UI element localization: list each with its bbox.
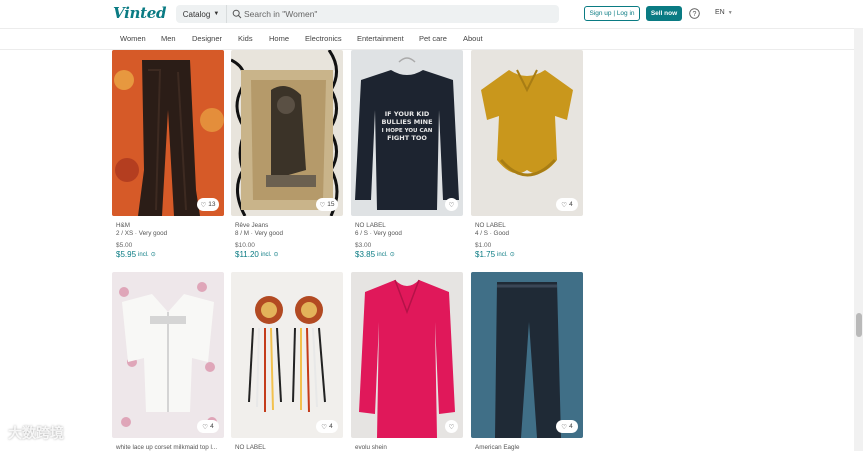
nav-designer[interactable]: Designer bbox=[192, 34, 222, 43]
svg-text:?: ? bbox=[693, 11, 697, 18]
item-photo[interactable]: ♡ 4 bbox=[471, 272, 583, 438]
favorite-count: 4 bbox=[329, 423, 333, 430]
incl-label: incl. bbox=[497, 251, 508, 258]
item-price: $10.00 bbox=[235, 242, 255, 249]
shirt-text: FIGHT TOO bbox=[387, 134, 427, 142]
favorite-button[interactable]: ♡ 15 bbox=[316, 198, 338, 211]
heart-icon: ♡ bbox=[321, 423, 328, 431]
search-bar: Catalog ▼ bbox=[176, 5, 559, 23]
shield-icon: ⊙ bbox=[273, 252, 279, 258]
item-photo[interactable]: IF YOUR KID BULLIES MINE I HOPE YOU CAN … bbox=[351, 50, 463, 216]
total-value: $3.85 bbox=[355, 250, 376, 259]
heart-icon: ♡ bbox=[200, 201, 207, 209]
heart-icon: ♡ bbox=[561, 423, 568, 431]
favorite-count: 4 bbox=[569, 201, 573, 208]
signup-login-button[interactable]: Sign up | Log in bbox=[584, 6, 640, 21]
nav-about[interactable]: About bbox=[463, 34, 483, 43]
item-brand: American Eagle bbox=[475, 444, 520, 451]
incl-label: incl. bbox=[138, 251, 149, 258]
item-total-price: $3.85 incl. ⊙ bbox=[355, 250, 395, 259]
watermark: 大数跨境 bbox=[8, 425, 64, 441]
heart-icon: ♡ bbox=[202, 423, 209, 431]
favorite-count: 4 bbox=[569, 423, 573, 430]
item-brand: NO LABEL bbox=[475, 222, 506, 229]
item-total-price: $1.75 incl. ⊙ bbox=[475, 250, 515, 259]
incl-label: incl. bbox=[377, 251, 388, 258]
item-brand: H&M bbox=[116, 222, 130, 229]
item-size-condition: 6 / S · Very good bbox=[355, 230, 402, 237]
chevron-down-icon: ▼ bbox=[213, 11, 220, 17]
item-photo[interactable]: ♡ 4 bbox=[112, 272, 224, 438]
page-scrollbar[interactable] bbox=[854, 28, 863, 451]
heart-icon: ♡ bbox=[561, 201, 568, 209]
favorite-count: 4 bbox=[210, 423, 214, 430]
search-input[interactable] bbox=[244, 5, 544, 23]
favorite-count: 13 bbox=[208, 201, 216, 208]
incl-label: incl. bbox=[260, 251, 272, 258]
item-photo[interactable]: ♡ bbox=[351, 272, 463, 438]
shield-icon: ⊙ bbox=[150, 252, 156, 258]
item-brand: evolu shein bbox=[355, 444, 387, 451]
favorite-button[interactable]: ♡ bbox=[445, 198, 458, 211]
total-value: $1.75 bbox=[475, 250, 496, 259]
help-icon[interactable]: ? bbox=[689, 8, 700, 19]
item-price: $3.00 bbox=[355, 242, 372, 249]
favorite-button[interactable]: ♡ 4 bbox=[316, 420, 338, 433]
total-value: $5.95 bbox=[116, 250, 137, 259]
sell-now-button[interactable]: Sell now bbox=[646, 6, 682, 21]
shield-icon: ⊙ bbox=[509, 252, 515, 258]
nav-men[interactable]: Men bbox=[161, 34, 176, 43]
item-price: $1.00 bbox=[475, 242, 492, 249]
item-size-condition: 4 / S · Good bbox=[475, 230, 509, 237]
language-label: EN bbox=[715, 9, 725, 16]
search-icon bbox=[232, 9, 242, 19]
item-price: $5.00 bbox=[116, 242, 133, 249]
favorite-button[interactable]: ♡ 13 bbox=[197, 198, 219, 211]
nav-home[interactable]: Home bbox=[269, 34, 289, 43]
favorite-button[interactable]: ♡ bbox=[445, 420, 458, 433]
vinted-logo[interactable]: Vinted bbox=[113, 4, 166, 22]
item-total-price: $11.20 incl. ⊙ bbox=[235, 250, 279, 259]
item-brand: white lace up corset milkmaid top l... bbox=[116, 444, 218, 451]
shirt-text: BULLIES MINE bbox=[381, 118, 432, 126]
item-brand: Rêve Jeans bbox=[235, 222, 269, 229]
chevron-down-icon: ▼ bbox=[727, 9, 733, 16]
scrollbar-thumb[interactable] bbox=[856, 313, 862, 337]
nav-entertainment[interactable]: Entertainment bbox=[357, 34, 404, 43]
item-brand: NO LABEL bbox=[355, 222, 386, 229]
favorite-button[interactable]: ♡ 4 bbox=[197, 420, 219, 433]
item-photo[interactable]: ♡ 4 bbox=[471, 50, 583, 216]
language-selector[interactable]: EN ▼ bbox=[715, 9, 733, 16]
shield-icon: ⊙ bbox=[389, 252, 395, 258]
nav-women[interactable]: Women bbox=[120, 34, 146, 43]
favorite-button[interactable]: ♡ 4 bbox=[556, 198, 578, 211]
item-brand: NO LABEL bbox=[235, 444, 266, 451]
nav-electronics[interactable]: Electronics bbox=[305, 34, 342, 43]
shirt-text: IF YOUR KID bbox=[385, 110, 430, 118]
top-header: Vinted Catalog ▼ Sign up | Log in Sell n… bbox=[0, 0, 863, 28]
item-photo[interactable]: ♡ 4 bbox=[231, 272, 343, 438]
catalog-dropdown[interactable]: Catalog ▼ bbox=[176, 5, 227, 23]
heart-icon: ♡ bbox=[448, 423, 455, 431]
nav-kids[interactable]: Kids bbox=[238, 34, 253, 43]
favorite-button[interactable]: ♡ 4 bbox=[556, 420, 578, 433]
category-nav: Women Men Designer Kids Home Electronics… bbox=[0, 28, 863, 50]
favorite-count: 15 bbox=[327, 201, 335, 208]
catalog-label: Catalog bbox=[182, 9, 211, 19]
nav-pet-care[interactable]: Pet care bbox=[419, 34, 447, 43]
heart-icon: ♡ bbox=[448, 201, 455, 209]
item-photo[interactable]: ♡ 13 bbox=[112, 50, 224, 216]
total-value: $11.20 bbox=[235, 250, 259, 259]
item-photo[interactable]: ♡ 15 bbox=[231, 50, 343, 216]
heart-icon: ♡ bbox=[319, 201, 326, 209]
item-total-price: $5.95 incl. ⊙ bbox=[116, 250, 156, 259]
item-size-condition: 8 / M · Very good bbox=[235, 230, 283, 237]
item-size-condition: 2 / XS · Very good bbox=[116, 230, 168, 237]
